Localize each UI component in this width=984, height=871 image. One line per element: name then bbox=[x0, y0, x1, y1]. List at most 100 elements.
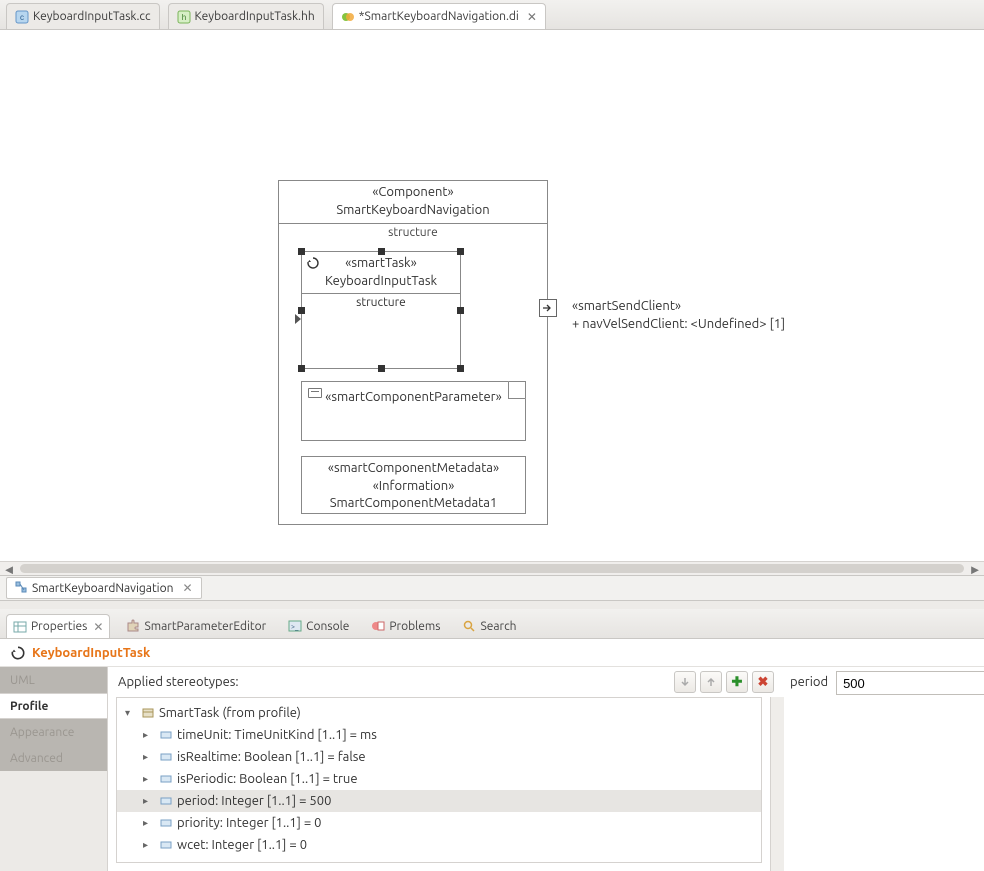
properties-icon bbox=[13, 620, 27, 634]
expand-icon[interactable]: ▸ bbox=[143, 839, 155, 851]
port-signature: + navVelSendClient: <Undefined> [1] bbox=[572, 316, 785, 334]
resize-handle[interactable] bbox=[378, 365, 385, 372]
stereotype-tree[interactable]: ▾ SmartTask (from profile) ▸ timeUnit: T… bbox=[116, 697, 762, 863]
tree-row[interactable]: ▸ priority: Integer [1..1] = 0 bbox=[117, 812, 761, 834]
editor-tab-label: KeyboardInputTask.hh bbox=[195, 10, 315, 23]
category-appearance[interactable]: Appearance bbox=[0, 719, 107, 745]
stereotype-icon bbox=[141, 706, 155, 720]
cycle-icon bbox=[10, 645, 26, 661]
tree-row[interactable]: ▸ wcet: Integer [1..1] = 0 bbox=[117, 834, 761, 856]
editor-tab-hh[interactable]: h KeyboardInputTask.hh bbox=[168, 3, 324, 29]
stereotypes-label: Applied stereotypes: bbox=[118, 675, 239, 689]
property-icon bbox=[159, 728, 173, 742]
resize-handle[interactable] bbox=[457, 365, 464, 372]
metadata-name: SmartComponentMetadata1 bbox=[304, 495, 523, 513]
h-scrollbar[interactable]: ◄ ► bbox=[0, 561, 984, 575]
properties-header: KeyboardInputTask bbox=[0, 639, 984, 667]
property-icon bbox=[159, 838, 173, 852]
add-button[interactable]: ✚ bbox=[726, 671, 748, 693]
resize-handle[interactable] bbox=[457, 307, 464, 314]
editor-tab-label: KeyboardInputTask.cc bbox=[33, 10, 151, 23]
category-uml[interactable]: UML bbox=[0, 667, 107, 693]
smarttask-stereotype: «smartTask» bbox=[302, 255, 460, 273]
metadata-stereotype1: «smartComponentMetadata» bbox=[304, 460, 523, 478]
close-icon[interactable]: ✕ bbox=[182, 581, 192, 595]
remove-button[interactable]: ✖ bbox=[752, 671, 774, 693]
component-stereotype: «Component» bbox=[279, 184, 547, 202]
property-icon bbox=[159, 816, 173, 830]
resize-handle[interactable] bbox=[298, 365, 305, 372]
tree-label: timeUnit: TimeUnitKind [1..1] = ms bbox=[177, 728, 377, 742]
close-icon[interactable]: ✕ bbox=[93, 620, 103, 634]
port-anchor-icon bbox=[295, 314, 301, 324]
tree-label: period: Integer [1..1] = 500 bbox=[177, 794, 331, 808]
search-icon bbox=[462, 619, 476, 633]
tree-row[interactable]: ▸ isRealtime: Boolean [1..1] = false bbox=[117, 746, 761, 768]
property-icon bbox=[159, 750, 173, 764]
tab-problems[interactable]: Problems bbox=[365, 614, 446, 638]
value-label: period bbox=[790, 671, 828, 689]
tree-row[interactable]: ▸ timeUnit: TimeUnitKind [1..1] = ms bbox=[117, 724, 761, 746]
expand-icon[interactable]: ▸ bbox=[143, 795, 155, 807]
panel-tab-label: SmartParameterEditor bbox=[144, 620, 266, 633]
smarttask-compartment-label: structure bbox=[302, 294, 460, 311]
editor-tab-di[interactable]: *SmartKeyboardNavigation.di ✕ bbox=[332, 3, 546, 29]
port-stereotype: «smartSendClient» bbox=[572, 298, 785, 316]
parameter-note[interactable]: «smartComponentParameter» bbox=[301, 381, 526, 441]
editor-tabs: c KeyboardInputTask.cc h KeyboardInputTa… bbox=[0, 0, 984, 30]
papyrus-icon bbox=[341, 10, 355, 24]
tab-smart-parameter-editor[interactable]: SmartParameterEditor bbox=[120, 614, 272, 638]
category-advanced[interactable]: Advanced bbox=[0, 745, 107, 771]
port-arrow-icon bbox=[542, 302, 554, 314]
properties-categories: UML Profile Appearance Advanced bbox=[0, 667, 108, 871]
component-header: «Component» SmartKeyboardNavigation bbox=[279, 181, 547, 224]
scroll-thumb[interactable] bbox=[20, 564, 964, 573]
panel-tab-label: Search bbox=[480, 620, 516, 633]
svg-text:>_: >_ bbox=[291, 623, 299, 631]
diagram-canvas[interactable]: «Component» SmartKeyboardNavigation stru… bbox=[0, 30, 984, 561]
scroll-left-icon[interactable]: ◄ bbox=[2, 563, 16, 575]
diagram-icon bbox=[15, 581, 27, 596]
tab-search[interactable]: Search bbox=[456, 614, 522, 638]
port-box[interactable] bbox=[539, 299, 557, 317]
smarttask-box[interactable]: «smartTask» KeyboardInputTask structure bbox=[301, 251, 461, 369]
value-input[interactable] bbox=[836, 671, 984, 695]
resize-handle[interactable] bbox=[378, 248, 385, 255]
list-icon bbox=[308, 388, 322, 398]
tree-root[interactable]: ▾ SmartTask (from profile) bbox=[117, 702, 761, 724]
tab-console[interactable]: >_ Console bbox=[282, 614, 355, 638]
resize-handle[interactable] bbox=[298, 248, 305, 255]
resize-handle[interactable] bbox=[298, 307, 305, 314]
tree-label: isPeriodic: Boolean [1..1] = true bbox=[177, 772, 358, 786]
component-name: SmartKeyboardNavigation bbox=[279, 202, 547, 220]
component-box[interactable]: «Component» SmartKeyboardNavigation stru… bbox=[278, 180, 548, 525]
panel-tab-label: Properties bbox=[31, 620, 87, 633]
move-up-button[interactable] bbox=[700, 671, 722, 693]
expand-icon[interactable]: ▸ bbox=[143, 817, 155, 829]
parameter-stereotype: «smartComponentParameter» bbox=[310, 390, 517, 404]
tree-row[interactable]: ▸ isPeriodic: Boolean [1..1] = true bbox=[117, 768, 761, 790]
svg-text:c: c bbox=[20, 13, 24, 22]
tree-row-selected[interactable]: ▸ period: Integer [1..1] = 500 bbox=[117, 790, 761, 812]
stereotype-pane: Applied stereotypes: ✚ ✖ bbox=[108, 667, 784, 871]
tab-properties[interactable]: Properties ✕ bbox=[6, 614, 110, 638]
expand-icon[interactable]: ▸ bbox=[143, 729, 155, 741]
category-profile[interactable]: Profile bbox=[0, 693, 107, 719]
svg-text:h: h bbox=[181, 13, 185, 22]
value-pane: period bbox=[784, 667, 984, 871]
move-down-button[interactable] bbox=[674, 671, 696, 693]
tree-label: wcet: Integer [1..1] = 0 bbox=[177, 838, 307, 852]
expand-icon[interactable]: ▸ bbox=[143, 773, 155, 785]
panel-tabs: Properties ✕ SmartParameterEditor >_ Con… bbox=[0, 609, 984, 639]
expand-icon[interactable]: ▸ bbox=[143, 751, 155, 763]
resize-handle[interactable] bbox=[457, 248, 464, 255]
editor-tab-cc[interactable]: c KeyboardInputTask.cc bbox=[6, 3, 160, 29]
collapse-icon[interactable]: ▾ bbox=[125, 707, 137, 719]
diagram-tabs: SmartKeyboardNavigation ✕ bbox=[0, 575, 984, 601]
tree-label: isRealtime: Boolean [1..1] = false bbox=[177, 750, 366, 764]
v-scrollbar[interactable] bbox=[770, 697, 784, 871]
metadata-box[interactable]: «smartComponentMetadata» «Information» S… bbox=[301, 456, 526, 514]
close-icon[interactable]: ✕ bbox=[527, 10, 537, 24]
scroll-right-icon[interactable]: ► bbox=[968, 563, 982, 575]
diagram-tab[interactable]: SmartKeyboardNavigation ✕ bbox=[6, 577, 202, 599]
